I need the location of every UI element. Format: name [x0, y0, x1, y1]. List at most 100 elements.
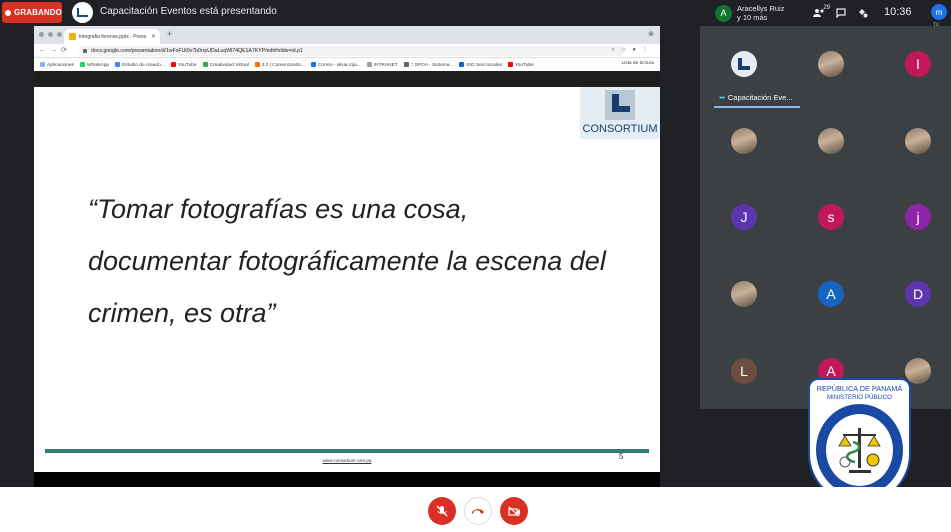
participant-tile[interactable]: ••• Capacitación Eve...	[714, 34, 800, 108]
bookmark-item[interactable]: YouTube	[170, 61, 197, 67]
presenting-status: Capacitación Eventos está presentando	[100, 6, 277, 17]
participant-tile[interactable]: A	[801, 264, 861, 324]
close-icon[interactable]: ✕	[151, 33, 156, 40]
nav-buttons[interactable]: ←→⟳	[39, 46, 71, 54]
bookmark-icon	[202, 61, 208, 67]
slide-top-band	[34, 71, 660, 87]
participant-tile[interactable]	[714, 111, 774, 171]
participant-tile[interactable]: L	[714, 341, 774, 401]
participant-initial-avatar: I	[905, 51, 931, 77]
participant-initial-avatar: A	[818, 281, 844, 307]
window-close-icon[interactable]: ⊗	[648, 30, 654, 38]
slide-quote: “Tomar fotografías es una cosa, document…	[88, 183, 648, 339]
presenter-highlight	[714, 106, 800, 108]
bookmark-icon	[79, 61, 85, 67]
quote-line: documentar fotográficamente la escena de…	[88, 246, 606, 276]
participant-avatar: A	[715, 4, 732, 22]
tab-title: fotografia forense.pptx - Prese	[79, 33, 147, 40]
shapes-icon	[859, 9, 868, 18]
recording-badge: GRABANDO	[2, 2, 62, 23]
end-call-icon	[472, 509, 484, 514]
participant-label: Capacitación Eve...	[727, 93, 793, 102]
imelcf-seal: REPÚBLICA DE PANAMÁ MINISTERIO PÚBLICO	[808, 378, 911, 504]
bookmark-icon	[403, 61, 409, 67]
record-dot-icon	[5, 9, 11, 16]
presenter-logo-avatar	[731, 51, 757, 77]
top-bar: GRABANDO Capacitación Eventos está prese…	[0, 0, 951, 28]
participant-initial-avatar: s	[818, 204, 844, 230]
participant-initial-avatar: D	[905, 281, 931, 307]
browser-tab-strip: fotografia forense.pptx - Prese ✕ + ⊗	[34, 26, 660, 44]
participant-tile[interactable]: s	[801, 187, 861, 247]
browser-tab[interactable]: fotografia forense.pptx - Prese ✕	[64, 29, 160, 44]
participant-grid: ••• Capacitación Eve... I Js j A D L A	[700, 26, 951, 409]
bookmark-item[interactable]: 3.2 | Comenzando...	[254, 61, 305, 67]
participant-tile[interactable]: j	[888, 187, 948, 247]
bookmark-item[interactable]: Creatividad Virtual	[202, 61, 249, 67]
participant-tile[interactable]	[888, 111, 948, 171]
screen-bottom-band	[34, 472, 660, 487]
call-controls	[0, 487, 951, 532]
consortium-mark-icon	[738, 58, 750, 70]
reading-list[interactable]: Lista de lectura	[617, 61, 654, 66]
participant-more: y 10 más	[737, 13, 768, 22]
bookmark-icon	[170, 61, 176, 67]
bookmark-icon	[254, 61, 260, 67]
lock-icon	[83, 49, 87, 53]
participant-photo	[731, 128, 757, 154]
bookmark-icon	[366, 61, 372, 67]
new-tab-button[interactable]: +	[167, 29, 172, 39]
bookmark-icon	[115, 61, 121, 67]
camera-toggle-button[interactable]	[500, 497, 528, 525]
star-icon[interactable]: ⌕☆●⋮	[612, 46, 654, 54]
bookmark-item[interactable]: SIG Seccionales	[459, 61, 502, 67]
shared-screen: fotografia forense.pptx - Prese ✕ + ⊗ ←→…	[34, 26, 660, 487]
slide: CONSORTIUM “Tomar fotografías es una cos…	[34, 87, 660, 472]
participant-tile[interactable]: I	[888, 34, 948, 94]
slide-footer-url: www.consortium.com.pa	[322, 458, 372, 463]
participant-tile[interactable]	[714, 264, 774, 324]
quote-line: crimen, es otra”	[88, 298, 276, 328]
mic-off-icon	[436, 505, 448, 517]
seal-country: REPÚBLICA DE PANAMÁ	[816, 384, 903, 393]
bookmark-item[interactable]: INTRANET	[366, 61, 398, 67]
bookmark-item[interactable]: WhatsApp	[79, 61, 109, 67]
people-button[interactable]: 29	[808, 3, 830, 23]
recording-label: GRABANDO	[14, 8, 62, 17]
speaking-indicator-icon: •••	[719, 93, 725, 102]
mic-toggle-button[interactable]	[428, 497, 456, 525]
participant-tile[interactable]: J	[714, 187, 774, 247]
bookmarks-bar: Aplicaciones WhatsApp Estudio de creado...…	[34, 58, 660, 71]
url-field[interactable]: docs.google.com/presentation/d/1wFxFUt0v…	[79, 46, 624, 56]
participant-photo	[731, 281, 757, 307]
consortium-mini-logo-icon	[77, 8, 88, 17]
bookmark-item[interactable]: :::SPOA - Sistema...	[403, 61, 453, 67]
seal-ministry: MINISTERIO PÚBLICO	[827, 394, 892, 401]
bookmark-item[interactable]: Aplicaciones	[40, 61, 74, 67]
camera-off-icon	[507, 506, 520, 516]
slides-icon	[69, 33, 76, 40]
slide-page-number: 5	[619, 452, 624, 461]
bookmark-item[interactable]: Estudio de creado...	[115, 61, 165, 67]
bookmark-icon	[459, 61, 465, 67]
chat-button[interactable]	[830, 3, 852, 23]
participant-initial-avatar: J	[731, 204, 757, 230]
participant-tile[interactable]: D	[888, 264, 948, 324]
self-avatar[interactable]: m	[931, 4, 947, 20]
participants-pill[interactable]: A Aracellys Ruiz y 10 más	[715, 1, 785, 25]
logo-text: CONSORTIUM	[582, 123, 658, 135]
consortium-mark-icon	[605, 90, 635, 120]
activities-button[interactable]	[852, 3, 874, 23]
bookmark-item[interactable]: Correo - silvia.roja...	[310, 61, 361, 67]
bookmark-icon	[507, 61, 513, 67]
end-call-button[interactable]	[464, 497, 492, 525]
quote-line: “Tomar fotografías es una cosa,	[88, 194, 469, 224]
bookmark-item[interactable]: YouTube	[507, 61, 534, 67]
participant-initial-avatar: L	[731, 358, 757, 384]
chat-icon	[836, 8, 846, 18]
participant-tile[interactable]	[801, 111, 861, 171]
participant-photo	[818, 128, 844, 154]
participant-tile[interactable]	[801, 34, 861, 94]
participant-photo	[905, 128, 931, 154]
scales-of-justice-icon	[838, 428, 881, 473]
